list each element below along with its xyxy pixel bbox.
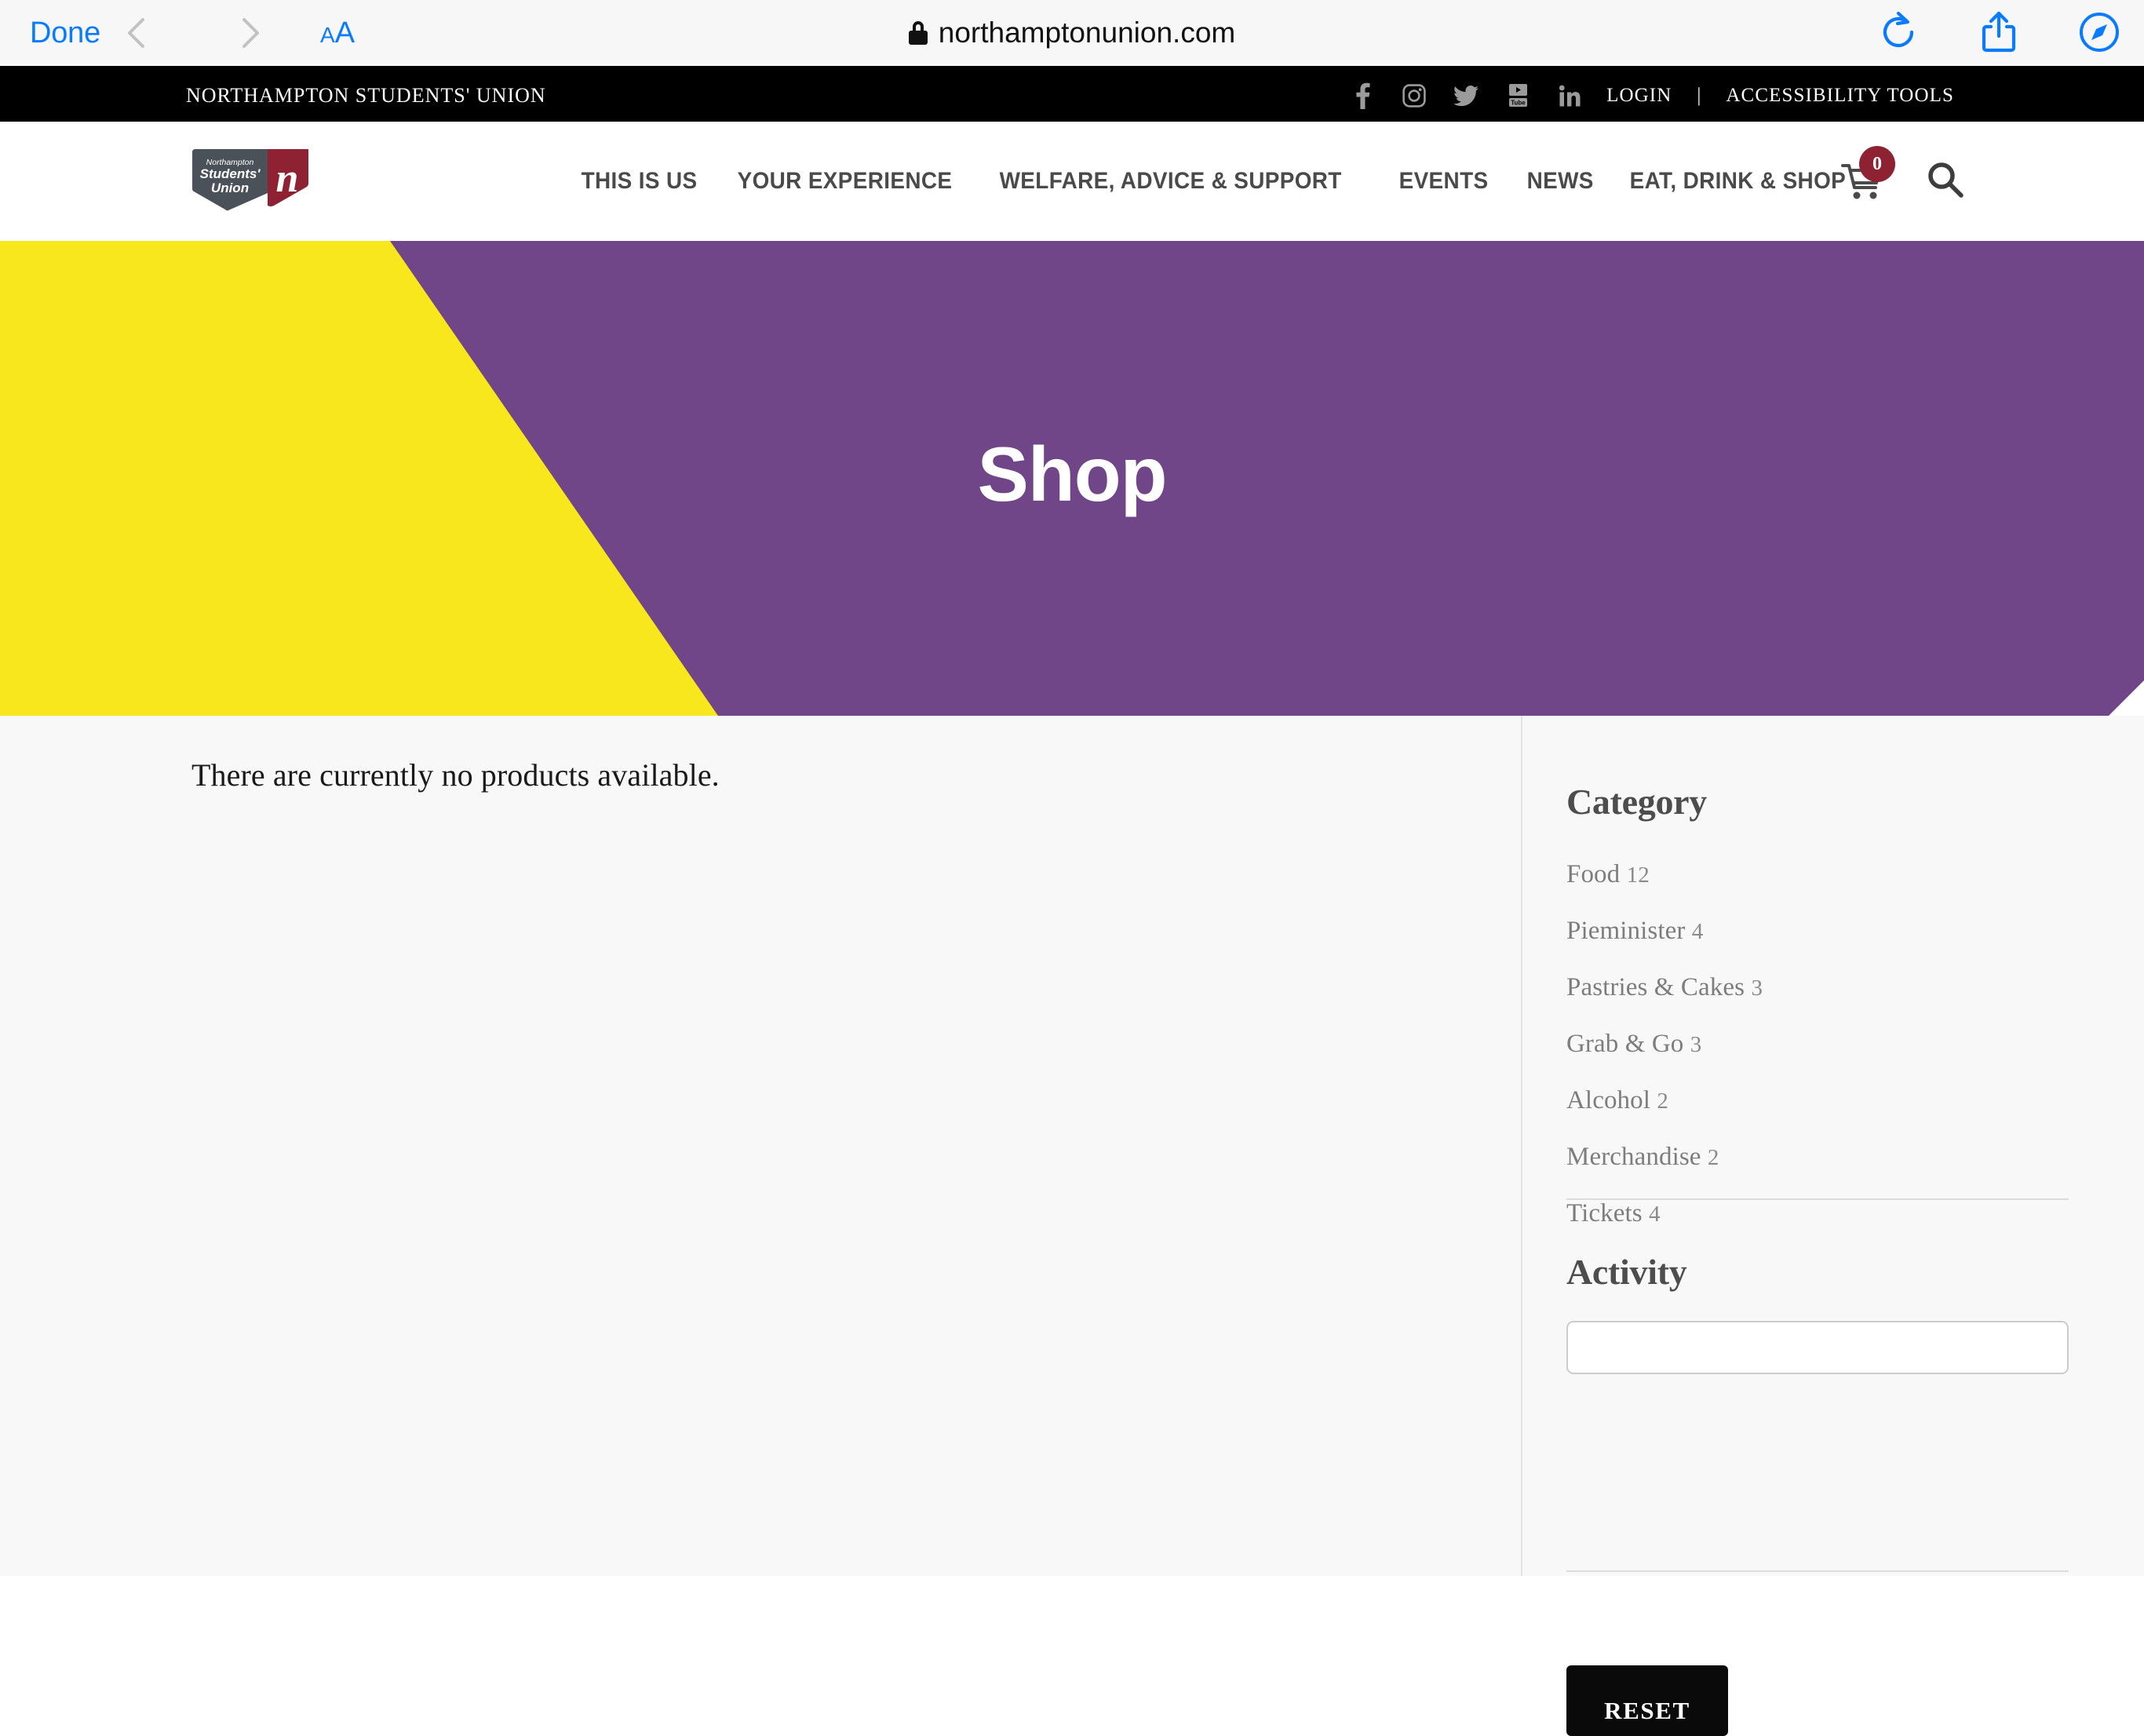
category-label: Merchandise bbox=[1566, 1143, 1701, 1171]
utility-links: Tube LOGIN | ACCESSIBILITY TOOLS bbox=[1336, 78, 1965, 113]
address-bar[interactable]: northamptonunion.com bbox=[0, 16, 2144, 49]
category-count: 3 bbox=[1690, 1032, 1702, 1057]
nav-item-events[interactable]: EVENTS bbox=[1384, 168, 1503, 195]
product-list-column: There are currently no products availabl… bbox=[0, 716, 1521, 1576]
category-label: Tickets bbox=[1566, 1199, 1643, 1227]
share-icon bbox=[1982, 11, 2016, 53]
site-logo[interactable]: Northampton Students' Union n bbox=[192, 148, 312, 212]
twitter-icon[interactable] bbox=[1440, 78, 1492, 113]
sidebar-divider-bottom bbox=[1566, 1570, 2069, 1572]
instagram-glyph-icon bbox=[1402, 84, 1426, 108]
nav-item-welfare-advice-support[interactable]: WELFARE, ADVICE & SUPPORT bbox=[985, 168, 1356, 195]
twitter-glyph-icon bbox=[1453, 85, 1479, 106]
category-count: 3 bbox=[1751, 976, 1763, 1001]
svg-text:Tube: Tube bbox=[1511, 99, 1526, 106]
header-actions: 0 bbox=[1841, 122, 1965, 241]
category-label: Food bbox=[1566, 860, 1621, 888]
compass-icon bbox=[2080, 13, 2119, 52]
empty-state-message: There are currently no products availabl… bbox=[191, 757, 720, 793]
nav-item-news[interactable]: NEWS bbox=[1512, 168, 1608, 195]
category-heading: Category bbox=[1566, 782, 1707, 822]
page-body: There are currently no products availabl… bbox=[0, 716, 2144, 1736]
sidebar-divider-top bbox=[1566, 1198, 2069, 1200]
category-item-food[interactable]: Food 12 bbox=[1566, 846, 2069, 903]
instagram-icon[interactable] bbox=[1388, 78, 1440, 113]
reload-button[interactable] bbox=[1876, 9, 1921, 55]
reset-button[interactable]: RESET bbox=[1566, 1665, 1728, 1736]
activity-heading: Activity bbox=[1566, 1252, 1687, 1292]
nav-item-this-is-us[interactable]: THIS IS US bbox=[567, 168, 712, 195]
category-filter-list: Food 12 Pieminister 4 Pastries & Cakes 3… bbox=[1566, 846, 2069, 1242]
url-text: northamptonunion.com bbox=[938, 16, 1236, 49]
nav-item-your-experience[interactable]: YOUR EXPERIENCE bbox=[723, 168, 967, 195]
category-count: 2 bbox=[1707, 1145, 1719, 1170]
search-button[interactable] bbox=[1926, 160, 1965, 203]
category-label: Pieminister bbox=[1566, 917, 1686, 945]
cart-button[interactable]: 0 bbox=[1841, 146, 1895, 203]
svg-text:Union: Union bbox=[211, 181, 249, 195]
reload-icon bbox=[1883, 11, 1914, 48]
search-icon bbox=[1928, 162, 1964, 198]
svg-text:Students': Students' bbox=[200, 166, 261, 181]
accessibility-tools-link[interactable]: ACCESSIBILITY TOOLS bbox=[1715, 85, 1965, 107]
category-item-pieminister[interactable]: Pieminister 4 bbox=[1566, 903, 2069, 959]
nav-item-eat-drink-shop[interactable]: EAT, DRINK & SHOP bbox=[1615, 168, 1861, 195]
utility-separator: | bbox=[1697, 85, 1701, 106]
category-item-pastries-cakes[interactable]: Pastries & Cakes 3 bbox=[1566, 959, 2069, 1016]
category-item-alcohol[interactable]: Alcohol 2 bbox=[1566, 1072, 2069, 1129]
students-union-logo-icon: Northampton Students' Union n bbox=[192, 149, 308, 211]
category-item-grab-go[interactable]: Grab & Go 3 bbox=[1566, 1016, 2069, 1072]
browser-toolbar: Done AA northamptonunion.com bbox=[0, 0, 2144, 66]
linkedin-glyph-icon bbox=[1559, 85, 1581, 107]
main-navigation: THIS IS US YOUR EXPERIENCE WELFARE, ADVI… bbox=[567, 122, 1880, 241]
category-item-merchandise[interactable]: Merchandise 2 bbox=[1566, 1129, 2069, 1185]
activity-input[interactable] bbox=[1566, 1321, 2069, 1374]
site-header: Northampton Students' Union n THIS IS US… bbox=[0, 122, 2144, 241]
linkedin-icon[interactable] bbox=[1544, 78, 1595, 113]
tabs-button[interactable] bbox=[2077, 9, 2122, 55]
category-count: 4 bbox=[1691, 919, 1704, 944]
browser-actions bbox=[1876, 9, 2122, 55]
category-label: Grab & Go bbox=[1566, 1030, 1684, 1058]
utility-bar: NORTHAMPTON STUDENTS' UNION Tube LOGIN |… bbox=[0, 70, 2144, 122]
svg-text:n: n bbox=[276, 156, 299, 201]
category-item-tickets[interactable]: Tickets 4 bbox=[1566, 1185, 2069, 1242]
share-button[interactable] bbox=[1976, 9, 2022, 55]
youtube-glyph-icon: Tube bbox=[1508, 84, 1527, 107]
hero-banner: Shop bbox=[0, 241, 2144, 716]
cart-count-badge: 0 bbox=[1859, 146, 1895, 182]
category-count: 12 bbox=[1626, 863, 1650, 888]
filter-sidebar: Category Food 12 Pieminister 4 Pastries … bbox=[1521, 716, 2144, 1736]
login-link[interactable]: LOGIN bbox=[1595, 85, 1683, 107]
page-title: Shop bbox=[977, 431, 1168, 517]
lock-icon bbox=[908, 21, 928, 45]
facebook-glyph-icon bbox=[1356, 82, 1370, 109]
site-name: NORTHAMPTON STUDENTS' UNION bbox=[186, 84, 546, 107]
youtube-icon[interactable]: Tube bbox=[1492, 78, 1544, 113]
facebook-icon[interactable] bbox=[1336, 78, 1388, 113]
category-label: Alcohol bbox=[1566, 1086, 1651, 1114]
category-count: 4 bbox=[1649, 1202, 1661, 1227]
category-count: 2 bbox=[1657, 1089, 1668, 1114]
category-label: Pastries & Cakes bbox=[1566, 973, 1745, 1001]
